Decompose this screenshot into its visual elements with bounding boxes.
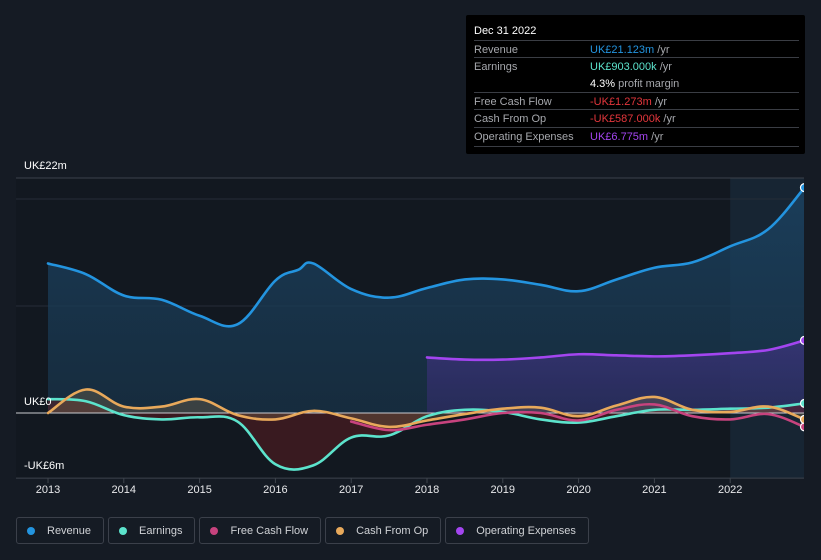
legend-label: Cash From Op: [356, 524, 429, 537]
x-tick-label: 2022: [717, 484, 743, 496]
legend: Revenue Earnings Free Cash Flow Cash From O…: [16, 517, 589, 544]
legend-item-earnings[interactable]: Earnings: [108, 517, 196, 544]
legend-item-revenue[interactable]: Revenue: [16, 517, 105, 544]
tooltip-row-value: UK£21.123m /yr: [590, 44, 670, 56]
legend-item-cash-from-op[interactable]: Cash From Op: [325, 517, 442, 544]
x-tick-label: 2017: [338, 484, 364, 496]
y-tick-label-top: UK£22m: [24, 160, 67, 172]
x-tick-label: 2016: [263, 484, 288, 496]
y-tick-label-bottom: -UK£6m: [24, 460, 65, 472]
tooltip-row: Revenue UK£21.123m /yr: [474, 40, 799, 58]
tooltip-value-number: UK£21.123m: [590, 44, 655, 56]
tooltip-value-unit: profit margin: [615, 77, 680, 90]
legend-label: Revenue: [47, 524, 92, 537]
legend-label: Earnings: [139, 524, 183, 537]
x-tick-label: 2019: [490, 484, 516, 496]
x-tick-label: 2013: [35, 484, 61, 496]
tooltip-row-label: Cash From Op: [474, 113, 547, 126]
tooltip-value-unit: /yr: [654, 44, 670, 56]
tooltip-row: Free Cash Flow -UK£1.273m /yr: [474, 91, 799, 110]
tooltip-value-unit: /yr: [656, 61, 672, 74]
tooltip-panel: Dec 31 2022 Revenue UK£21.123m /yr Earning…: [466, 15, 805, 154]
tooltip-date: Dec 31 2022: [474, 25, 537, 37]
tooltip-value-number: -UK£1.273m: [590, 95, 652, 108]
legend-dot-icon: [27, 526, 35, 535]
legend-label: Operating Expenses: [476, 524, 576, 537]
tooltip-value-number: UK£6.775m: [590, 130, 649, 143]
right-margin: [804, 0, 821, 500]
tooltip-row-value: -UK£587.000k /yr: [590, 113, 676, 125]
tooltip-row-label: Operating Expenses: [474, 130, 574, 143]
tooltip-value-number: 4.3%: [590, 77, 616, 90]
x-tick-label: 2020: [566, 484, 591, 496]
tooltip-row-value: -UK£1.273m /yr: [590, 96, 667, 108]
tooltip-row-label: Earnings: [474, 61, 518, 74]
x-tick-label: 2018: [414, 484, 440, 496]
tooltip-row: Operating Expenses UK£6.775m /yr: [474, 126, 799, 145]
tooltip-value-unit: /yr: [648, 130, 664, 143]
tooltip-value-unit: /yr: [651, 95, 668, 108]
tooltip-row-value: 4.3% profit margin: [590, 78, 679, 90]
legend-dot-icon: [456, 526, 465, 535]
legend-dot-icon: [336, 526, 345, 535]
y-tick-label-zero: UK£0: [24, 396, 52, 408]
tooltip-row-value: UK£6.775m /yr: [590, 131, 663, 143]
tooltip-divider: [474, 146, 799, 147]
legend-item-free-cash-flow[interactable]: Free Cash Flow: [199, 517, 322, 544]
x-tick-label: 2014: [111, 484, 137, 496]
legend-dot-icon: [119, 526, 128, 535]
legend-item-operating-expenses[interactable]: Operating Expenses: [445, 517, 589, 544]
tooltip-value-number: UK£903.000k: [590, 61, 657, 74]
x-tick-label: 2021: [642, 484, 667, 496]
tooltip-value-unit: /yr: [660, 113, 676, 126]
tooltip-row: 4.3% profit margin: [474, 75, 799, 92]
tooltip-value-number: -UK£587.000k: [590, 113, 661, 126]
tooltip-row: Earnings UK£903.000k /yr: [474, 57, 799, 75]
legend-label: Free Cash Flow: [230, 524, 309, 537]
tooltip-row: Cash From Op -UK£587.000k /yr: [474, 109, 799, 127]
tooltip-row-label: Revenue: [474, 44, 519, 56]
tooltip-row-label: Free Cash Flow: [474, 95, 552, 108]
tooltip-row-value: UK£903.000k /yr: [590, 61, 672, 73]
legend-dot-icon: [210, 526, 219, 535]
x-tick-label: 2015: [187, 484, 212, 496]
